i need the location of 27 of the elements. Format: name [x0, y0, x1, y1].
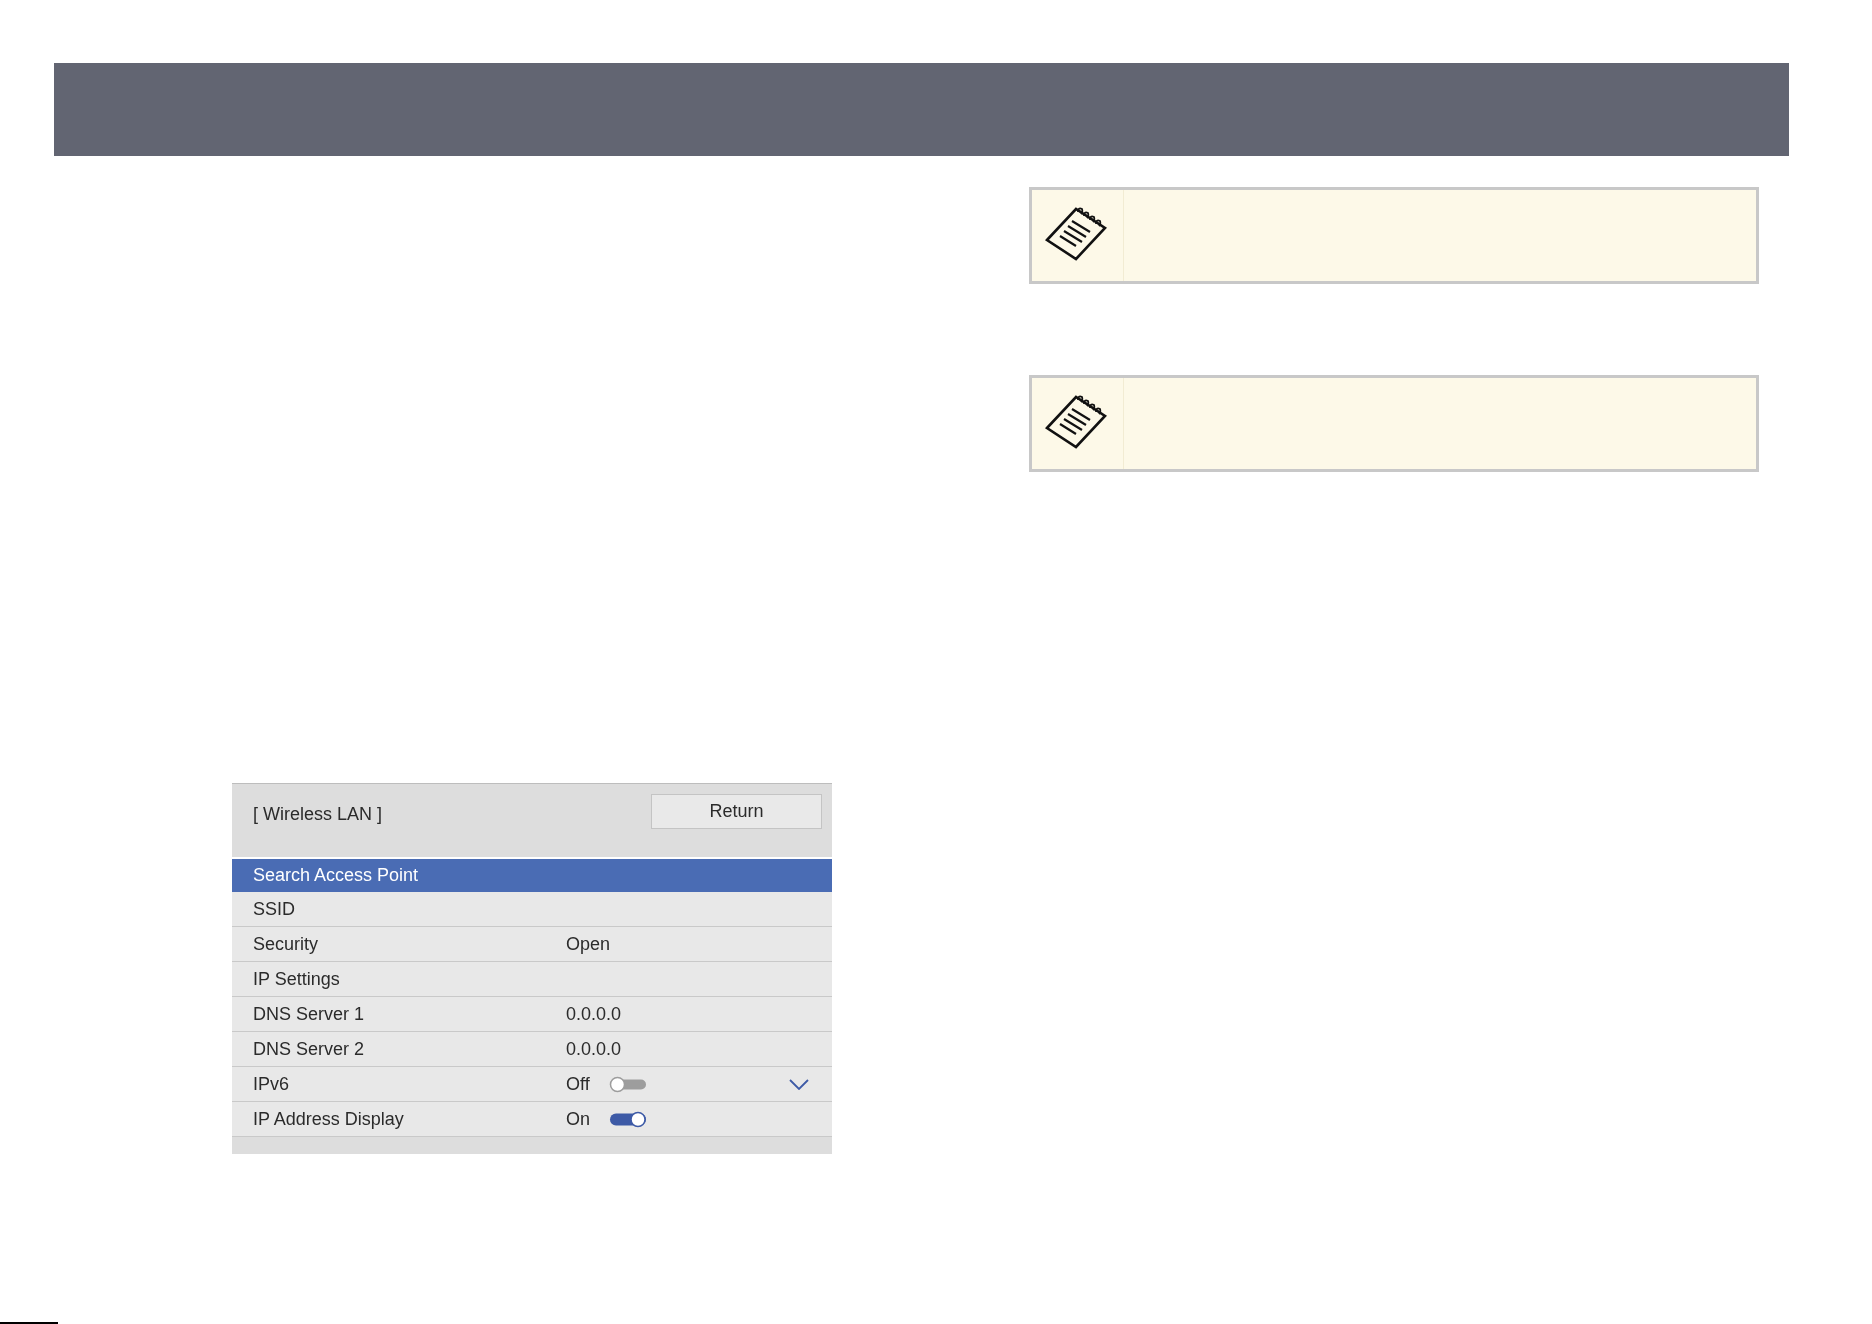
menu-row[interactable]: IPv6 Off	[232, 1067, 832, 1102]
menu-row[interactable]: SSID	[232, 892, 832, 927]
row-label: DNS Server 2	[253, 1038, 366, 1060]
menu-row[interactable]: DNS Server 1 0.0.0.0	[232, 997, 832, 1032]
menu-row[interactable]: Search Access Point	[232, 859, 832, 892]
notepad-icon	[1045, 395, 1107, 449]
row-label: IPv6	[253, 1073, 291, 1095]
row-value: 0.0.0.0	[566, 1003, 622, 1025]
row-value: On	[566, 1108, 591, 1130]
row-value: 0.0.0.0	[566, 1038, 622, 1060]
row-label: IP Settings	[253, 968, 341, 990]
notepad-icon	[1045, 207, 1107, 261]
row-value: Off	[566, 1073, 591, 1095]
row-label: DNS Server 1	[253, 1003, 366, 1025]
toggle-switch[interactable]	[609, 1110, 647, 1128]
toggle-switch[interactable]	[609, 1075, 647, 1093]
menu-row[interactable]: IP Settings	[232, 962, 832, 997]
return-button[interactable]: Return	[651, 794, 822, 829]
menu-row[interactable]: IP Address Display On	[232, 1102, 832, 1137]
menu-row[interactable]: DNS Server 2 0.0.0.0	[232, 1032, 832, 1067]
row-label: SSID	[253, 898, 296, 920]
row-label: IP Address Display	[253, 1108, 405, 1130]
row-value: Open	[566, 933, 611, 955]
row-label: Search Access Point	[253, 864, 420, 886]
menu-title: [ Wireless LAN ]	[253, 804, 383, 825]
row-label: Security	[253, 933, 320, 955]
menu-row[interactable]: Security Open	[232, 927, 832, 962]
